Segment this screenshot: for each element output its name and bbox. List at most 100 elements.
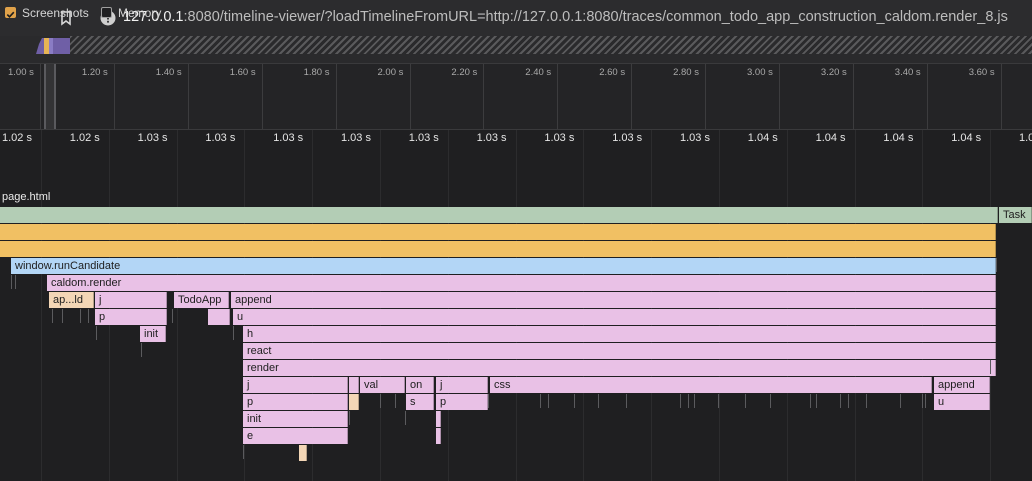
short-call-mark[interactable] xyxy=(694,394,695,408)
short-call-mark[interactable] xyxy=(718,394,719,408)
short-call-mark[interactable] xyxy=(488,394,489,408)
short-call-mark[interactable] xyxy=(548,394,549,408)
s-bar[interactable]: s xyxy=(406,394,434,410)
overview-tick-label: 2.60 s xyxy=(599,67,626,78)
short-call-mark[interactable] xyxy=(88,309,89,323)
short-call-mark[interactable] xyxy=(243,445,244,459)
todoapp-child-bar[interactable] xyxy=(208,309,230,325)
short-call-mark[interactable] xyxy=(745,394,746,408)
overview-tick-line xyxy=(261,64,263,129)
render-bar[interactable]: render xyxy=(243,360,996,376)
task-bar[interactable] xyxy=(0,207,998,223)
short-call-mark[interactable] xyxy=(233,326,234,340)
short-call-mark[interactable] xyxy=(900,394,901,408)
append-bar[interactable]: append xyxy=(231,292,996,308)
overview-idle-hatch xyxy=(70,36,1032,54)
short-call-mark[interactable] xyxy=(62,309,63,323)
short-call-mark[interactable] xyxy=(11,275,12,289)
short-call-mark[interactable] xyxy=(540,394,541,408)
ruler-tick-label: 1.03 s xyxy=(680,132,710,144)
short-call-mark[interactable] xyxy=(925,394,926,408)
overview-tick-line xyxy=(557,64,559,129)
e-bar[interactable]: e xyxy=(243,428,348,444)
timeline-overview[interactable] xyxy=(0,64,1032,130)
evaluate-script-bar[interactable] xyxy=(0,224,996,240)
j-bar-2[interactable]: j xyxy=(243,377,348,393)
overview-tick-label: 1.80 s xyxy=(303,67,330,78)
h-bar[interactable]: h xyxy=(243,326,996,342)
short-call-mark[interactable] xyxy=(996,258,997,272)
short-call-mark[interactable] xyxy=(848,394,849,408)
short-call-mark[interactable] xyxy=(405,411,406,425)
tiny-tan-bar[interactable] xyxy=(299,445,307,461)
react-bar[interactable]: react xyxy=(243,343,996,359)
p-bar[interactable]: p xyxy=(95,309,167,325)
ruler-tick-label: 1.03 s xyxy=(341,132,371,144)
u-bar[interactable]: u xyxy=(233,309,996,325)
short-call-mark[interactable] xyxy=(380,394,381,408)
main-thread-label[interactable]: page.html xyxy=(2,191,50,203)
short-call-mark[interactable] xyxy=(395,394,396,408)
short-call-mark[interactable] xyxy=(15,275,16,289)
short-call-mark[interactable] xyxy=(80,309,81,323)
short-call-mark[interactable] xyxy=(810,394,811,408)
val-bar[interactable]: val xyxy=(360,377,405,393)
init-bar-2[interactable]: init xyxy=(243,411,348,427)
short-call-mark[interactable] xyxy=(680,394,681,408)
append-bar-2[interactable]: append xyxy=(934,377,990,393)
short-call-mark[interactable] xyxy=(96,326,97,340)
short-call-mark[interactable] xyxy=(990,360,991,374)
screenshots-label[interactable]: Screenshots xyxy=(22,6,89,20)
short-call-mark[interactable] xyxy=(52,309,53,323)
ruler-tick-label: 1.03 s xyxy=(273,132,304,144)
ruler-tick-label: 1.03 s xyxy=(544,132,575,144)
screenshots-checkbox[interactable] xyxy=(5,7,16,18)
memory-checkbox[interactable] xyxy=(101,7,112,18)
u-bar-2[interactable]: u xyxy=(934,394,990,410)
short-call-mark[interactable] xyxy=(688,394,689,408)
short-call-mark[interactable] xyxy=(574,394,575,408)
small-tan-bar[interactable] xyxy=(349,394,359,410)
memory-label[interactable]: Memory xyxy=(118,6,161,20)
overview-cpu-activity xyxy=(36,36,70,54)
ruler-tick-label: 1.03 s xyxy=(612,132,643,144)
ruler-tick-label: 1.04 s xyxy=(747,132,778,144)
compile-script-bar[interactable] xyxy=(0,241,996,257)
short-call-mark[interactable] xyxy=(172,309,173,323)
short-call-mark[interactable] xyxy=(840,394,841,408)
short-call-mark[interactable] xyxy=(141,343,142,357)
j-bar-3[interactable]: j xyxy=(436,377,488,393)
css-bar[interactable]: css xyxy=(490,377,932,393)
tiny-bar[interactable] xyxy=(436,411,441,427)
todoapp-bar[interactable]: TodoApp xyxy=(174,292,229,308)
ap-ld-bar[interactable]: ap...ld xyxy=(49,292,94,308)
overview-tick-line xyxy=(40,64,41,129)
p-bar-2[interactable]: p xyxy=(243,394,348,410)
small-call-bar[interactable] xyxy=(349,377,359,393)
short-call-mark[interactable] xyxy=(349,411,350,425)
ruler-tick-label: 1.0 xyxy=(1019,132,1032,144)
overview-tick-line xyxy=(852,64,854,129)
on-bar[interactable]: on xyxy=(406,377,434,393)
short-call-mark[interactable] xyxy=(922,394,923,408)
ruler-tick-label: 1.04 s xyxy=(815,132,846,144)
overview-tick-line xyxy=(483,64,485,129)
caldom-render-bar[interactable]: caldom.render xyxy=(47,275,996,291)
p-bar-3[interactable]: p xyxy=(436,394,488,410)
window-run-candidate-bar[interactable]: window.runCandidate xyxy=(11,258,996,274)
j-bar[interactable]: j xyxy=(95,292,167,308)
overview-tick-label: 1.00 s xyxy=(8,67,34,78)
init-bar[interactable]: init xyxy=(140,326,166,342)
ruler-tick-line xyxy=(41,130,42,481)
ruler-tick-label: 1.04 s xyxy=(883,132,914,144)
short-call-mark[interactable] xyxy=(598,394,599,408)
short-call-mark[interactable] xyxy=(866,394,867,408)
task-bar-label[interactable]: Task xyxy=(999,207,1032,223)
url-field[interactable]: 127.0.0.1:8080/timeline-viewer/?loadTime… xyxy=(123,9,1008,25)
short-call-mark[interactable] xyxy=(626,394,627,408)
overview-selection-window[interactable] xyxy=(44,64,56,129)
url-path: :8080/timeline-viewer/?loadTimelineFromU… xyxy=(183,9,1008,25)
short-call-mark[interactable] xyxy=(816,394,817,408)
short-call-mark[interactable] xyxy=(770,394,771,408)
tiny-bar-2[interactable] xyxy=(436,428,441,444)
